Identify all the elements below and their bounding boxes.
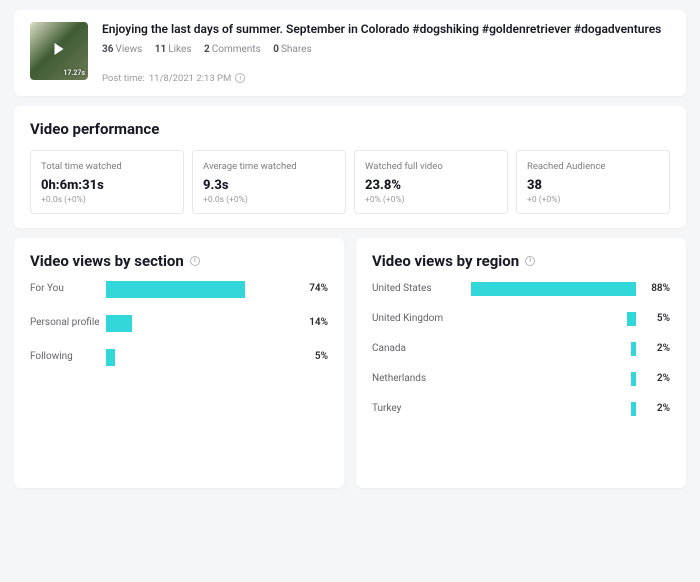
bar-value: 14% [294, 317, 328, 328]
bar-fill [631, 402, 636, 416]
likes-count: 11 [155, 44, 166, 55]
info-icon[interactable]: i [235, 73, 245, 83]
perf-full-video: Watched full video 23.8% +0% (+0%) [354, 150, 508, 214]
bar-track [106, 282, 294, 296]
section-heading-text: Video views by section [30, 252, 184, 270]
perf-reach: Reached Audience 38 +0 (+0%) [516, 150, 670, 214]
bar-label: Canada [372, 343, 448, 354]
perf-value: 0h:6m:31s [41, 178, 173, 193]
video-performance-card: Video performance Total time watched 0h:… [14, 106, 686, 228]
bar-label: Netherlands [372, 373, 448, 384]
bar-row: Turkey 2% [372, 402, 670, 416]
perf-delta: +0% (+0%) [365, 195, 497, 205]
bar-track [448, 402, 636, 416]
video-duration: 17.27s [63, 69, 85, 77]
perf-label: Watched full video [365, 161, 497, 172]
post-time-value: 11/8/2021 2:13 PM [149, 73, 232, 84]
bar-fill [631, 342, 636, 356]
bar-track [106, 350, 294, 364]
perf-value: 9.3s [203, 178, 335, 193]
bar-row: Canada 2% [372, 342, 670, 356]
bar-fill [106, 349, 115, 366]
video-thumbnail[interactable]: 17.27s [30, 22, 88, 80]
bar-fill [106, 315, 132, 332]
bar-track [448, 312, 636, 326]
views-by-region-card: Video views by region i United States 88%… [356, 238, 686, 488]
perf-value: 38 [527, 178, 659, 193]
perf-label: Average time watched [203, 161, 335, 172]
post-time: Post time: 11/8/2021 2:13 PM i [102, 73, 670, 84]
post-time-prefix: Post time: [102, 73, 145, 84]
info-icon[interactable]: i [190, 256, 200, 266]
bar-value: 74% [294, 283, 328, 294]
bar-row: Netherlands 2% [372, 372, 670, 386]
charts-row: Video views by section i For You 74% Perso… [14, 238, 686, 488]
perf-label: Reached Audience [527, 161, 659, 172]
bar-value: 88% [636, 283, 670, 294]
video-header-card: 17.27s Enjoying the last days of summer.… [14, 10, 686, 96]
bar-label: Turkey [372, 403, 448, 414]
bar-value: 2% [636, 373, 670, 384]
bar-row: United Kingdom 5% [372, 312, 670, 326]
bar-track [448, 282, 636, 296]
bar-label: United Kingdom [372, 313, 448, 324]
region-heading: Video views by region i [372, 252, 670, 270]
performance-heading: Video performance [30, 120, 670, 138]
info-icon[interactable]: i [525, 256, 535, 266]
performance-grid: Total time watched 0h:6m:31s +0.0s (+0%)… [30, 150, 670, 214]
shares-label: Shares [281, 44, 312, 55]
shares-count: 0 [273, 44, 279, 55]
play-icon [55, 43, 64, 55]
bar-fill [631, 372, 636, 386]
bar-row: For You 74% [30, 282, 328, 296]
perf-delta: +0 (+0%) [527, 195, 659, 205]
perf-total-time: Total time watched 0h:6m:31s +0.0s (+0%) [30, 150, 184, 214]
bar-fill [627, 312, 636, 326]
bar-fill [106, 281, 245, 298]
bar-label: United States [372, 283, 448, 294]
bar-label: Personal profile [30, 317, 106, 328]
bar-label: Following [30, 351, 106, 362]
video-title: Enjoying the last days of summer. Septem… [102, 22, 670, 38]
bar-value: 5% [636, 313, 670, 324]
bar-track [106, 316, 294, 330]
region-bars: United States 88% United Kingdom 5% Canada 2%… [372, 282, 670, 416]
bar-fill [471, 282, 636, 296]
likes-label: Likes [168, 44, 191, 55]
comments-label: Comments [212, 44, 261, 55]
comments-count: 2 [204, 44, 210, 55]
bar-value: 2% [636, 403, 670, 414]
perf-avg-time: Average time watched 9.3s +0.0s (+0%) [192, 150, 346, 214]
video-meta: Enjoying the last days of summer. Septem… [102, 22, 670, 84]
perf-label: Total time watched [41, 161, 173, 172]
perf-value: 23.8% [365, 178, 497, 193]
bar-row: United States 88% [372, 282, 670, 296]
perf-delta: +0.0s (+0%) [203, 195, 335, 205]
perf-delta: +0.0s (+0%) [41, 195, 173, 205]
views-label: Views [115, 44, 142, 55]
section-heading: Video views by section i [30, 252, 328, 270]
bar-track [448, 372, 636, 386]
section-bars: For You 74% Personal profile 14% Following 5% [30, 282, 328, 364]
region-heading-text: Video views by region [372, 252, 519, 270]
bar-label: For You [30, 283, 106, 294]
video-stats: 36Views 11Likes 2Comments 0Shares [102, 44, 670, 55]
views-count: 36 [102, 44, 113, 55]
bar-value: 5% [294, 351, 328, 362]
bar-row: Personal profile 14% [30, 316, 328, 330]
bar-value: 2% [636, 343, 670, 354]
bar-row: Following 5% [30, 350, 328, 364]
views-by-section-card: Video views by section i For You 74% Perso… [14, 238, 344, 488]
bar-track [448, 342, 636, 356]
